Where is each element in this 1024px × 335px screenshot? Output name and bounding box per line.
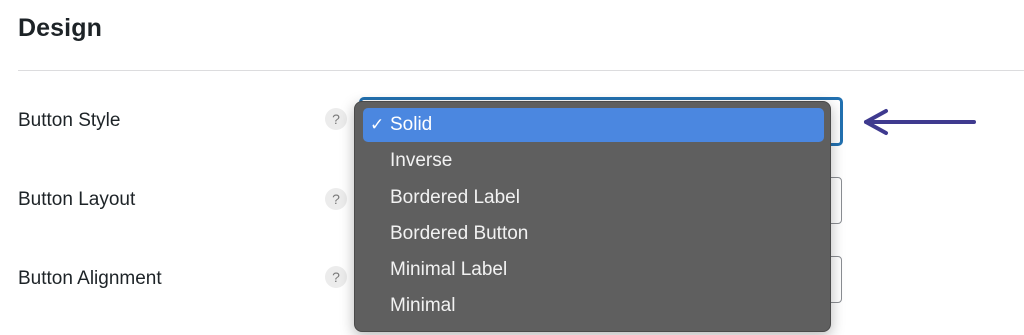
option-minimal[interactable]: Minimal (363, 289, 824, 323)
option-label: Minimal Label (390, 259, 508, 280)
option-label: Bordered Label (390, 187, 520, 208)
option-inverse[interactable]: Inverse (363, 144, 824, 178)
option-label: Inverse (390, 150, 453, 171)
checkmark-icon: ✓ (370, 115, 385, 134)
button-alignment-help-icon[interactable]: ? (325, 266, 347, 288)
option-minimal-label[interactable]: Minimal Label (363, 253, 824, 287)
button-layout-help-icon[interactable]: ? (325, 188, 347, 210)
button-style-label: Button Style (18, 110, 121, 131)
section-title: Design (18, 14, 102, 42)
option-bordered-label[interactable]: Bordered Label (363, 181, 824, 215)
option-solid[interactable]: ✓ Solid (363, 108, 824, 142)
button-style-dropdown-menu: ✓ Solid Inverse Bordered Label Bordered … (354, 101, 831, 332)
button-layout-label: Button Layout (18, 189, 136, 210)
option-label: Bordered Button (390, 223, 529, 244)
option-label: Minimal (390, 295, 456, 316)
button-style-help-icon[interactable]: ? (325, 108, 347, 130)
left-arrow-icon (864, 109, 976, 135)
section-divider (18, 70, 1024, 71)
option-bordered-button[interactable]: Bordered Button (363, 217, 824, 251)
option-label: Solid (390, 114, 433, 135)
button-alignment-label: Button Alignment (18, 268, 162, 289)
